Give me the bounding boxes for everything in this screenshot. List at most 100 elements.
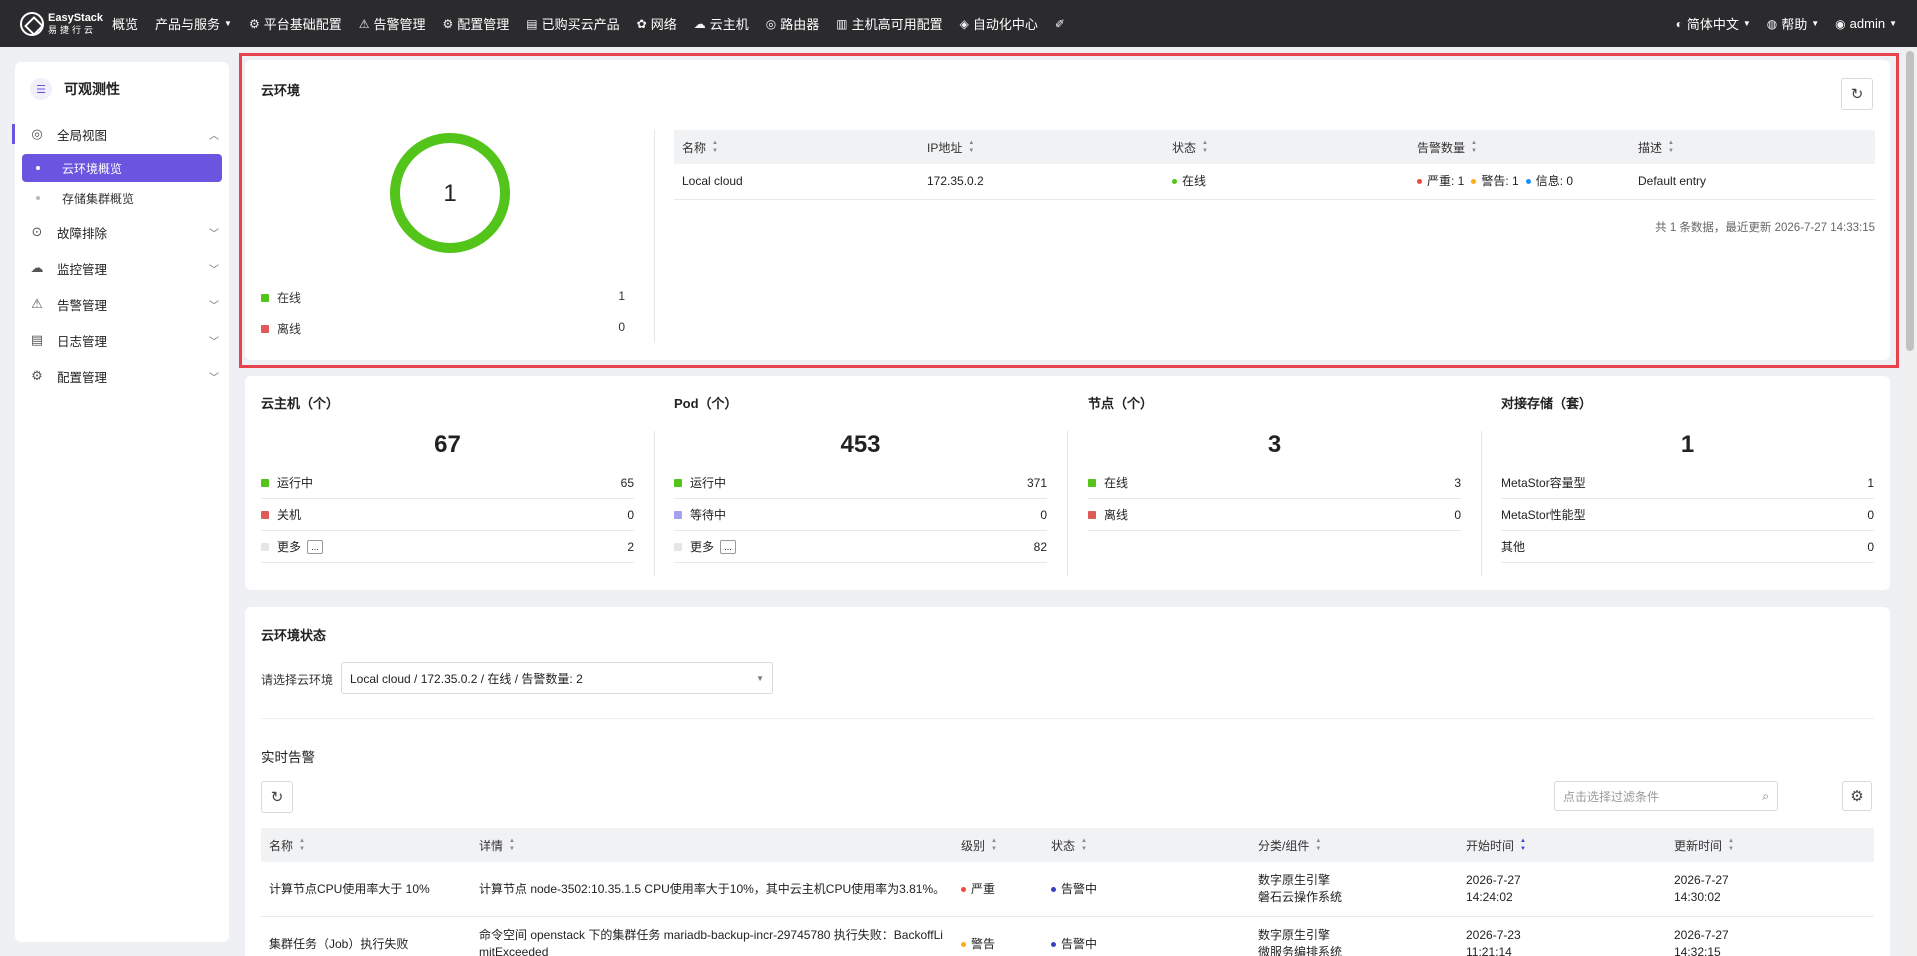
cell-name[interactable]: Local cloud	[682, 164, 743, 199]
sidebar-group-1[interactable]: ⊙ 故障排除 ﹀	[15, 214, 229, 250]
more-button[interactable]: ...	[307, 539, 324, 554]
sidebar-group-3[interactable]: ⚠ 告警管理 ﹀	[15, 286, 229, 322]
sort-icon: ▲ ▼	[1668, 140, 1674, 154]
stat-swatch	[1088, 478, 1096, 487]
sort-icon: ▲ ▼	[968, 140, 975, 154]
user-nav-item-0[interactable]: ◐ 简体中文 ▼	[1676, 14, 1751, 33]
refresh-button[interactable]: ↻	[1841, 78, 1873, 110]
nav-item-6[interactable]: ✿ 网络	[637, 14, 677, 33]
filter-search-input[interactable]: 点击选择过滤条件 ⌕	[1554, 781, 1778, 811]
column-header[interactable]: 分类/组件 ▲ ▼	[1258, 828, 1321, 862]
column-header[interactable]: 名称 ▲ ▼	[269, 828, 305, 862]
nav-item-11[interactable]: ✐	[1055, 17, 1069, 31]
stat-row-value: 82	[1033, 539, 1047, 554]
chevron-down-icon: ﹀	[209, 372, 219, 384]
column-header[interactable]: 告警数量 ▲ ▼	[1417, 130, 1477, 164]
nav-item-label: 告警管理	[373, 17, 426, 32]
easystack-logo[interactable]: EasyStack 易捷行云	[20, 11, 112, 36]
more-button[interactable]: ...	[720, 539, 737, 554]
column-header[interactable]: 状态 ▲ ▼	[1172, 130, 1208, 164]
nav-item-9[interactable]: ▥ 主机高可用配置	[836, 14, 942, 33]
nav-item-10[interactable]: ◈ 自动化中心	[960, 14, 1038, 33]
stat-row-label: MetaStor容量型	[1501, 476, 1586, 490]
stat-row: 更多... 2	[261, 531, 634, 563]
sidebar-subitem[interactable]: 云环境概览	[22, 154, 222, 182]
env-select[interactable]: Local cloud / 172.35.0.2 / 在线 / 告警数量: 2 …	[341, 662, 773, 694]
nav-item-3[interactable]: ⚠ 告警管理	[359, 14, 426, 33]
column-header-label: 级别	[961, 838, 986, 853]
stat-row: 关机 0	[261, 499, 634, 531]
column-header[interactable]: 描述 ▲ ▼	[1638, 130, 1674, 164]
column-header[interactable]: 级别 ▲ ▼	[961, 828, 997, 862]
column-header[interactable]: 开始时间 ▲ ▼	[1466, 828, 1526, 862]
chevron-down-icon: ﹀	[209, 300, 219, 312]
user-nav-item-2[interactable]: ◉ admin ▼	[1835, 16, 1897, 31]
nav-item-7[interactable]: ☁ 云主机	[694, 14, 749, 33]
column-header[interactable]: 名称 ▲ ▼	[682, 130, 718, 164]
menu-icon[interactable]: ☰	[30, 78, 52, 100]
stat-row: 在线 3	[1088, 467, 1461, 499]
scrollbar-thumb[interactable]	[1906, 51, 1914, 351]
user-nav-item-1[interactable]: ◍ 帮助 ▼	[1767, 14, 1819, 33]
sidebar-group-4[interactable]: ▤ 日志管理 ﹀	[15, 322, 229, 358]
column-header[interactable]: 更新时间 ▲ ▼	[1674, 828, 1734, 862]
sidebar: ☰ 可观测性 ◎ 全局视图 ︿ 云环境概览 存储集群概览 ⊙ 故障排除 ﹀ ☁ 监控管理 ﹀ ⚠ 告警管…	[12, 62, 229, 942]
nav-item-icon: ▥	[836, 16, 848, 31]
nav-item-4[interactable]: ⚙ 配置管理	[443, 14, 510, 33]
sidebar-title: 可观测性	[64, 81, 120, 97]
table-footer: 共 1 条数据，最近更新 2026-7-27 14:33:15	[1655, 222, 1875, 234]
legend-item: 在线	[261, 289, 301, 306]
nav-item-label: 已购买云产品	[541, 17, 620, 32]
column-header-label: 状态	[1172, 140, 1197, 155]
cell-start-time: 2026-7-27 14:24:02	[1466, 862, 1521, 916]
column-header[interactable]: 详情 ▲ ▼	[479, 828, 515, 862]
chevron-down-icon: ﹀	[209, 228, 219, 240]
nav-item-2[interactable]: ⚙ 平台基础配置	[249, 14, 342, 33]
sidebar-group-label: 配置管理	[57, 370, 108, 385]
settings-button[interactable]: ⚙	[1842, 781, 1872, 811]
nav-item-0[interactable]: 概览	[112, 14, 138, 33]
sidebar-group-icon: ⚠	[31, 296, 43, 311]
sidebar-group-5[interactable]: ⚙ 配置管理 ﹀	[15, 358, 229, 394]
column-header[interactable]: 状态 ▲ ▼	[1051, 828, 1087, 862]
nav-item-icon: ⚠	[358, 16, 370, 31]
table-row[interactable]: Local cloud 172.35.0.2 在线 严重: 1 警告: 1 信息: 0 De…	[674, 164, 1875, 200]
nav-item-8[interactable]: ◎ 路由器	[766, 14, 820, 33]
cell-name[interactable]: 计算节点CPU使用率大于 10%	[269, 862, 430, 916]
sidebar-group-2[interactable]: ☁ 监控管理 ﹀	[15, 250, 229, 286]
category-line2: 磐石云操作系统	[1258, 890, 1343, 904]
sort-icon: ▲ ▼	[1081, 838, 1087, 852]
ring-value: 1	[443, 180, 456, 207]
column-header-label: 名称	[682, 140, 707, 155]
user-nav-icon: ◐	[1675, 16, 1683, 31]
stat-title: 对接存储（套）	[1501, 396, 1593, 411]
nav-item-1[interactable]: 产品与服务 ▼	[155, 14, 232, 33]
stat-row-value: 0	[1454, 507, 1461, 522]
sidebar-group-label: 日志管理	[57, 334, 108, 349]
column-header[interactable]: IP地址 ▲ ▼	[927, 130, 974, 164]
sidebar-group-0[interactable]: ◎ 全局视图 ︿	[12, 116, 229, 152]
sidebar-header: ☰ 可观测性	[15, 62, 229, 116]
category-line2: 微服务编排系统	[1258, 945, 1343, 956]
logo-icon	[20, 11, 44, 36]
alert-count-label: 信息: 0	[1535, 174, 1574, 188]
sidebar-subitem[interactable]: 存储集群概览	[22, 184, 222, 212]
nav-item-label: 网络	[650, 17, 677, 32]
nav-item-5[interactable]: ▤ 已购买云产品	[526, 14, 619, 33]
table-row[interactable]: 计算节点CPU使用率大于 10% 计算节点 node-3502:10.35.1.5…	[261, 862, 1874, 917]
cell-detail: 计算节点 node-3502:10.35.1.5 CPU使用率大于10%，其中云…	[479, 881, 946, 896]
column-header-label: IP地址	[927, 140, 963, 155]
cell-state: 告警中	[1051, 917, 1097, 956]
alert-count: 警告: 1	[1471, 173, 1519, 190]
alert-dot	[1525, 179, 1531, 184]
page-scrollbar[interactable]	[1903, 47, 1917, 956]
update-date: 2026-7-27	[1674, 928, 1729, 942]
stat-row: MetaStor容量型 1	[1501, 467, 1874, 499]
cell-name[interactable]: 集群任务（Job）执行失败	[269, 917, 408, 956]
table-row[interactable]: 集群任务（Job）执行失败 命令空间 openstack 下的集群任务 maria…	[261, 917, 1874, 956]
alerts-refresh-button[interactable]: ↻	[261, 781, 293, 813]
alerts-table-header: 名称 ▲ ▼ 详情 ▲ ▼ 级别 ▲ ▼ 状态 ▲ ▼ 分类/组件 ▲ ▼ 开始时间 ▲ ▼ 更新时间 ▲ ▼	[261, 828, 1874, 862]
sort-icon: ▲ ▼	[1315, 838, 1322, 852]
stat-row-value: 0	[1867, 507, 1874, 522]
nav-item-icon: ⚙	[248, 16, 260, 31]
